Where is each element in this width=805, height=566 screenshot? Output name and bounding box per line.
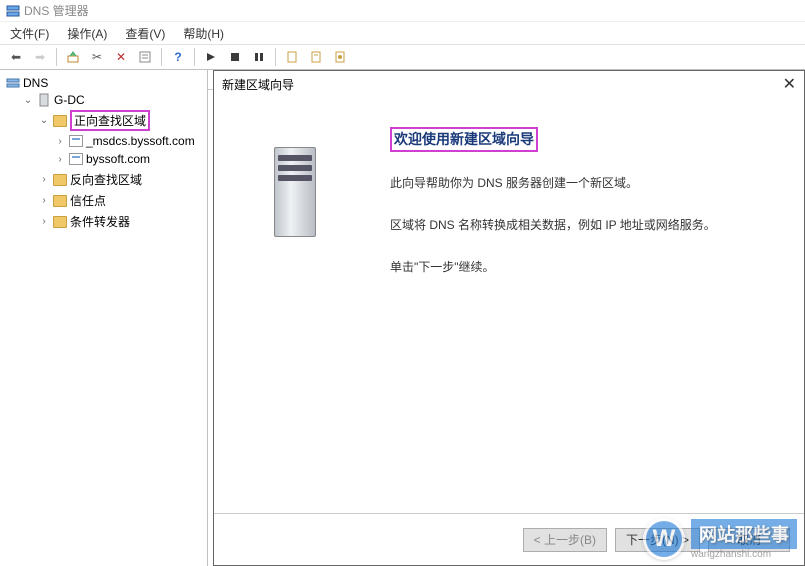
expander-open-icon[interactable]: ⌄ — [22, 95, 34, 106]
wizard-text-2: 区域将 DNS 名称转换成相关数据，例如 IP 地址或网络服务。 — [390, 216, 780, 234]
wizard-heading: 欢迎使用新建区域向导 — [394, 129, 534, 149]
pause-icon[interactable] — [249, 47, 269, 67]
next-button[interactable]: 下一步(N) > — [615, 528, 700, 552]
tree-pane: DNS ⌄ G-DC ⌄ — [0, 70, 208, 566]
tree-zone-msdcs-label: _msdcs.byssoft.com — [86, 134, 195, 148]
help-icon[interactable]: ? — [168, 47, 188, 67]
wizard-content: 欢迎使用新建区域向导 此向导帮助你为 DNS 服务器创建一个新区域。 区域将 D… — [378, 97, 804, 513]
tree-zone-msdcs[interactable]: › _msdcs.byssoft.com — [52, 133, 207, 149]
window-title: DNS 管理器 — [24, 2, 89, 19]
wizard-title-text: 新建区域向导 — [222, 76, 294, 93]
wizard-footer: < 上一步(B) 下一步(N) > 取消 — [214, 513, 804, 565]
folder-icon — [53, 216, 67, 228]
zone-icon — [69, 153, 83, 165]
page2-icon[interactable] — [306, 47, 326, 67]
expander-closed-icon[interactable]: › — [54, 136, 66, 147]
server-icon — [37, 93, 51, 107]
back-button[interactable]: < 上一步(B) — [523, 528, 607, 552]
wizard-text-1: 此向导帮助你为 DNS 服务器创建一个新区域。 — [390, 174, 780, 192]
expander-closed-icon[interactable]: › — [38, 174, 50, 185]
tree-reverse-zone[interactable]: › 反向查找区域 — [36, 170, 207, 189]
up-icon[interactable] — [63, 47, 83, 67]
folder-icon — [53, 115, 67, 127]
forward-icon[interactable]: ➡ — [30, 47, 50, 67]
properties-icon[interactable] — [135, 47, 155, 67]
stop-icon[interactable] — [225, 47, 245, 67]
expander-closed-icon[interactable]: › — [54, 154, 66, 165]
menu-help[interactable]: 帮助(H) — [179, 23, 228, 44]
zone-icon — [69, 135, 83, 147]
tree-server[interactable]: ⌄ G-DC — [20, 92, 207, 108]
back-icon[interactable]: ⬅ — [6, 47, 26, 67]
page3-icon[interactable] — [330, 47, 350, 67]
wizard-banner — [214, 97, 378, 513]
tree-server-label: G-DC — [54, 93, 85, 107]
expander-open-icon[interactable]: ⌄ — [38, 115, 50, 126]
tree-forward-zone-label: 正向查找区域 — [70, 110, 150, 131]
menu-view[interactable]: 查看(V) — [121, 23, 169, 44]
tree-reverse-zone-label: 反向查找区域 — [70, 171, 142, 188]
expander-closed-icon[interactable]: › — [38, 195, 50, 206]
app-icon — [6, 4, 20, 18]
menubar: 文件(F) 操作(A) 查看(V) 帮助(H) — [0, 22, 805, 44]
cancel-button[interactable]: 取消 — [708, 528, 790, 552]
toolbar: ⬅ ➡ ✂ ✕ ? — [0, 44, 805, 70]
tree-cond-forwarders-label: 条件转发器 — [70, 213, 130, 230]
close-icon[interactable]: ✕ — [783, 74, 796, 94]
menu-action[interactable]: 操作(A) — [63, 23, 111, 44]
wizard-text-3: 单击"下一步"继续。 — [390, 258, 780, 276]
tree-zone-main-label: byssoft.com — [86, 152, 150, 166]
cut-icon[interactable]: ✂ — [87, 47, 107, 67]
tree-trust-points-label: 信任点 — [70, 192, 106, 209]
menu-file[interactable]: 文件(F) — [6, 23, 53, 44]
new-zone-wizard-dialog: 新建区域向导 ✕ 欢迎使用新建区域向导 此向导帮助你为 DNS 服 — [213, 70, 805, 566]
window-titlebar: DNS 管理器 — [0, 0, 805, 22]
expander-closed-icon[interactable]: › — [38, 216, 50, 227]
run-icon[interactable] — [201, 47, 221, 67]
server-illustration-icon — [266, 137, 326, 247]
wizard-titlebar: 新建区域向导 ✕ — [214, 71, 804, 97]
tree-root-label: DNS — [23, 76, 48, 90]
folder-icon — [53, 174, 67, 186]
tree-root-dns[interactable]: DNS — [4, 75, 207, 91]
page1-icon[interactable] — [282, 47, 302, 67]
content-pane: 名 新建区域向导 ✕ — [208, 70, 805, 566]
delete-icon[interactable]: ✕ — [111, 47, 131, 67]
dns-root-icon — [6, 76, 20, 90]
tree-forward-zone[interactable]: ⌄ 正向查找区域 — [36, 109, 207, 132]
folder-icon — [53, 195, 67, 207]
tree-cond-forwarders[interactable]: › 条件转发器 — [36, 212, 207, 231]
tree-trust-points[interactable]: › 信任点 — [36, 191, 207, 210]
tree-zone-main[interactable]: › byssoft.com — [52, 151, 207, 167]
